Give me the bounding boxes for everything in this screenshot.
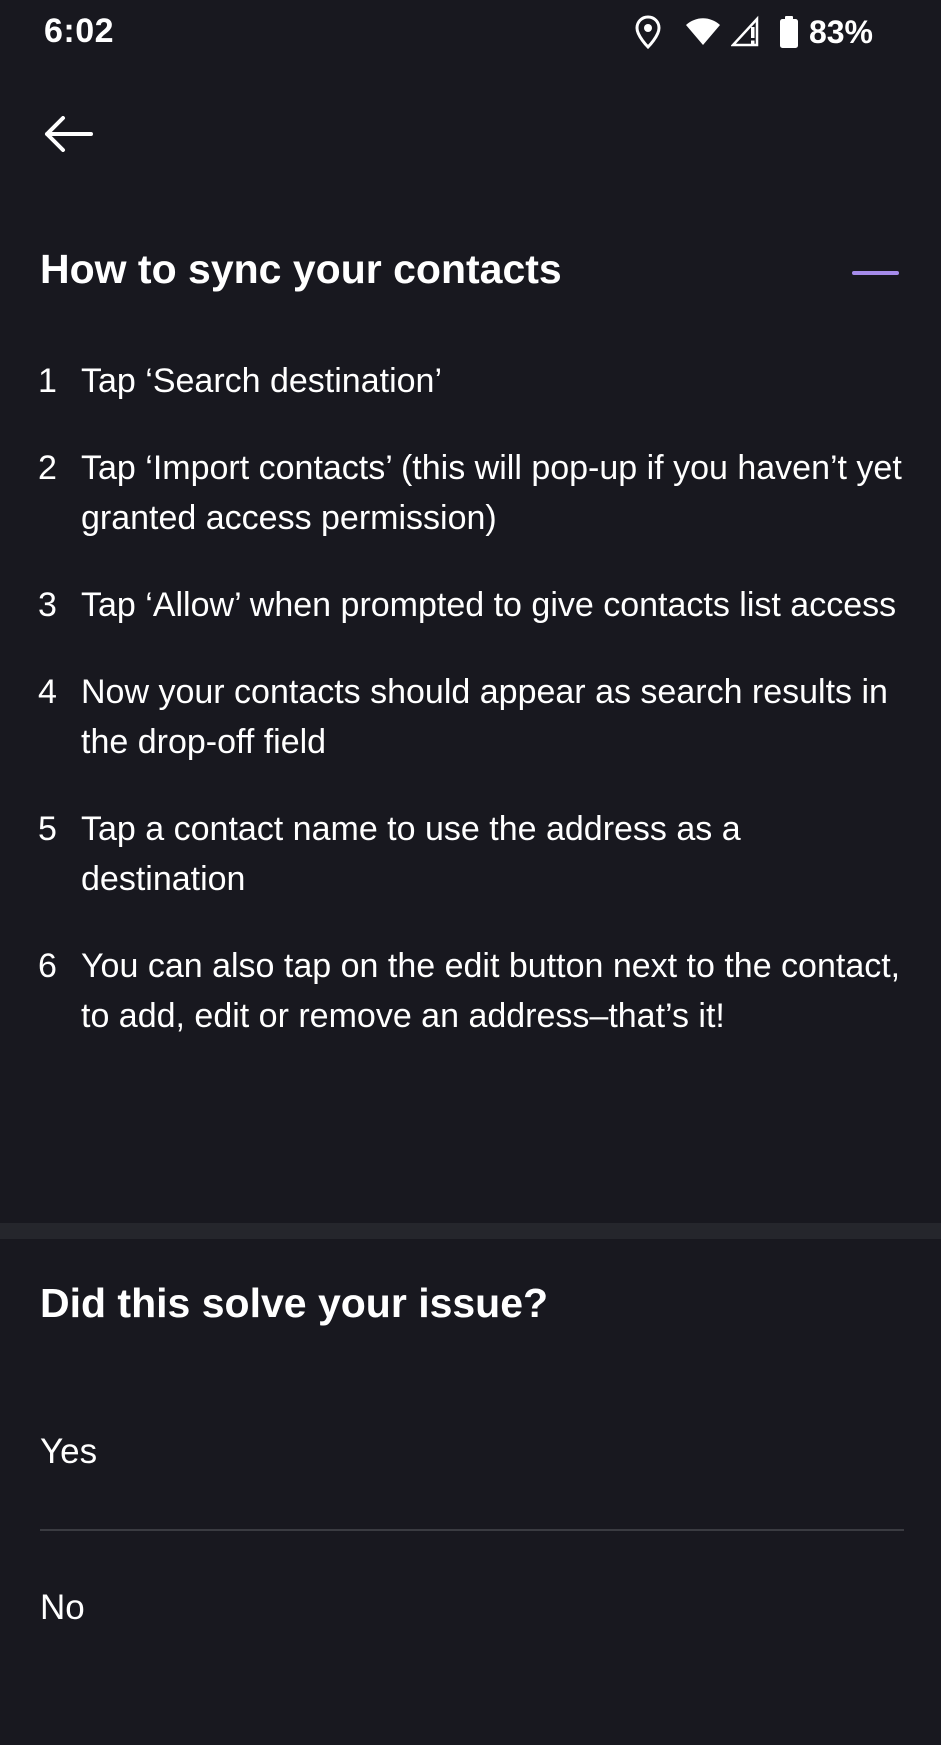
step-number: 6 — [38, 947, 57, 985]
list-item: 4 Now your contacts should appear as sea… — [38, 667, 908, 767]
list-item: 1 Tap ‘Search destination’ — [38, 356, 908, 406]
step-number: 3 — [38, 586, 57, 624]
feedback-question: Did this solve your issue? — [40, 1280, 549, 1326]
step-text: You can also tap on the edit button next… — [81, 947, 901, 1035]
list-item: 3 Tap ‘Allow’ when prompted to give cont… — [38, 580, 908, 630]
step-number: 4 — [38, 673, 57, 711]
step-text: Tap ‘Allow’ when prompted to give contac… — [81, 586, 897, 624]
location-icon — [635, 15, 661, 49]
arrow-left-icon — [43, 115, 93, 157]
section-divider — [0, 1223, 941, 1239]
step-number: 2 — [38, 449, 57, 487]
no-option[interactable]: No — [40, 1558, 904, 1658]
step-text: Now your contacts should appear as searc… — [81, 673, 888, 761]
step-text: Tap ‘Search destination’ — [81, 362, 443, 400]
battery-percentage: 83% — [808, 13, 873, 50]
battery-icon — [779, 15, 799, 49]
no-label: No — [40, 1588, 85, 1627]
step-number: 5 — [38, 810, 57, 848]
option-divider — [40, 1529, 904, 1531]
back-button[interactable] — [36, 104, 100, 168]
list-item: 6 You can also tap on the edit button ne… — [38, 941, 908, 1041]
step-text: Tap ‘Import contacts’ (this will pop-up … — [81, 449, 902, 537]
help-section-title: How to sync your contacts — [40, 246, 562, 292]
signal-icon — [730, 15, 761, 49]
status-time: 6:02 — [44, 12, 115, 50]
help-section-header[interactable]: How to sync your contacts — [40, 238, 901, 308]
status-bar: 6:02 83% — [0, 0, 941, 66]
steps-list: 1 Tap ‘Search destination’ 2 Tap ‘Import… — [38, 356, 908, 1078]
step-text: Tap a contact name to use the address as… — [81, 810, 741, 898]
list-item: 5 Tap a contact name to use the address … — [38, 804, 908, 904]
status-icons: 83% — [635, 10, 873, 54]
step-number: 1 — [38, 362, 57, 400]
list-item: 2 Tap ‘Import contacts’ (this will pop-u… — [38, 443, 908, 543]
minus-icon — [852, 271, 899, 275]
yes-label: Yes — [40, 1432, 98, 1471]
yes-option[interactable]: Yes — [40, 1402, 904, 1502]
wifi-icon — [685, 17, 721, 47]
